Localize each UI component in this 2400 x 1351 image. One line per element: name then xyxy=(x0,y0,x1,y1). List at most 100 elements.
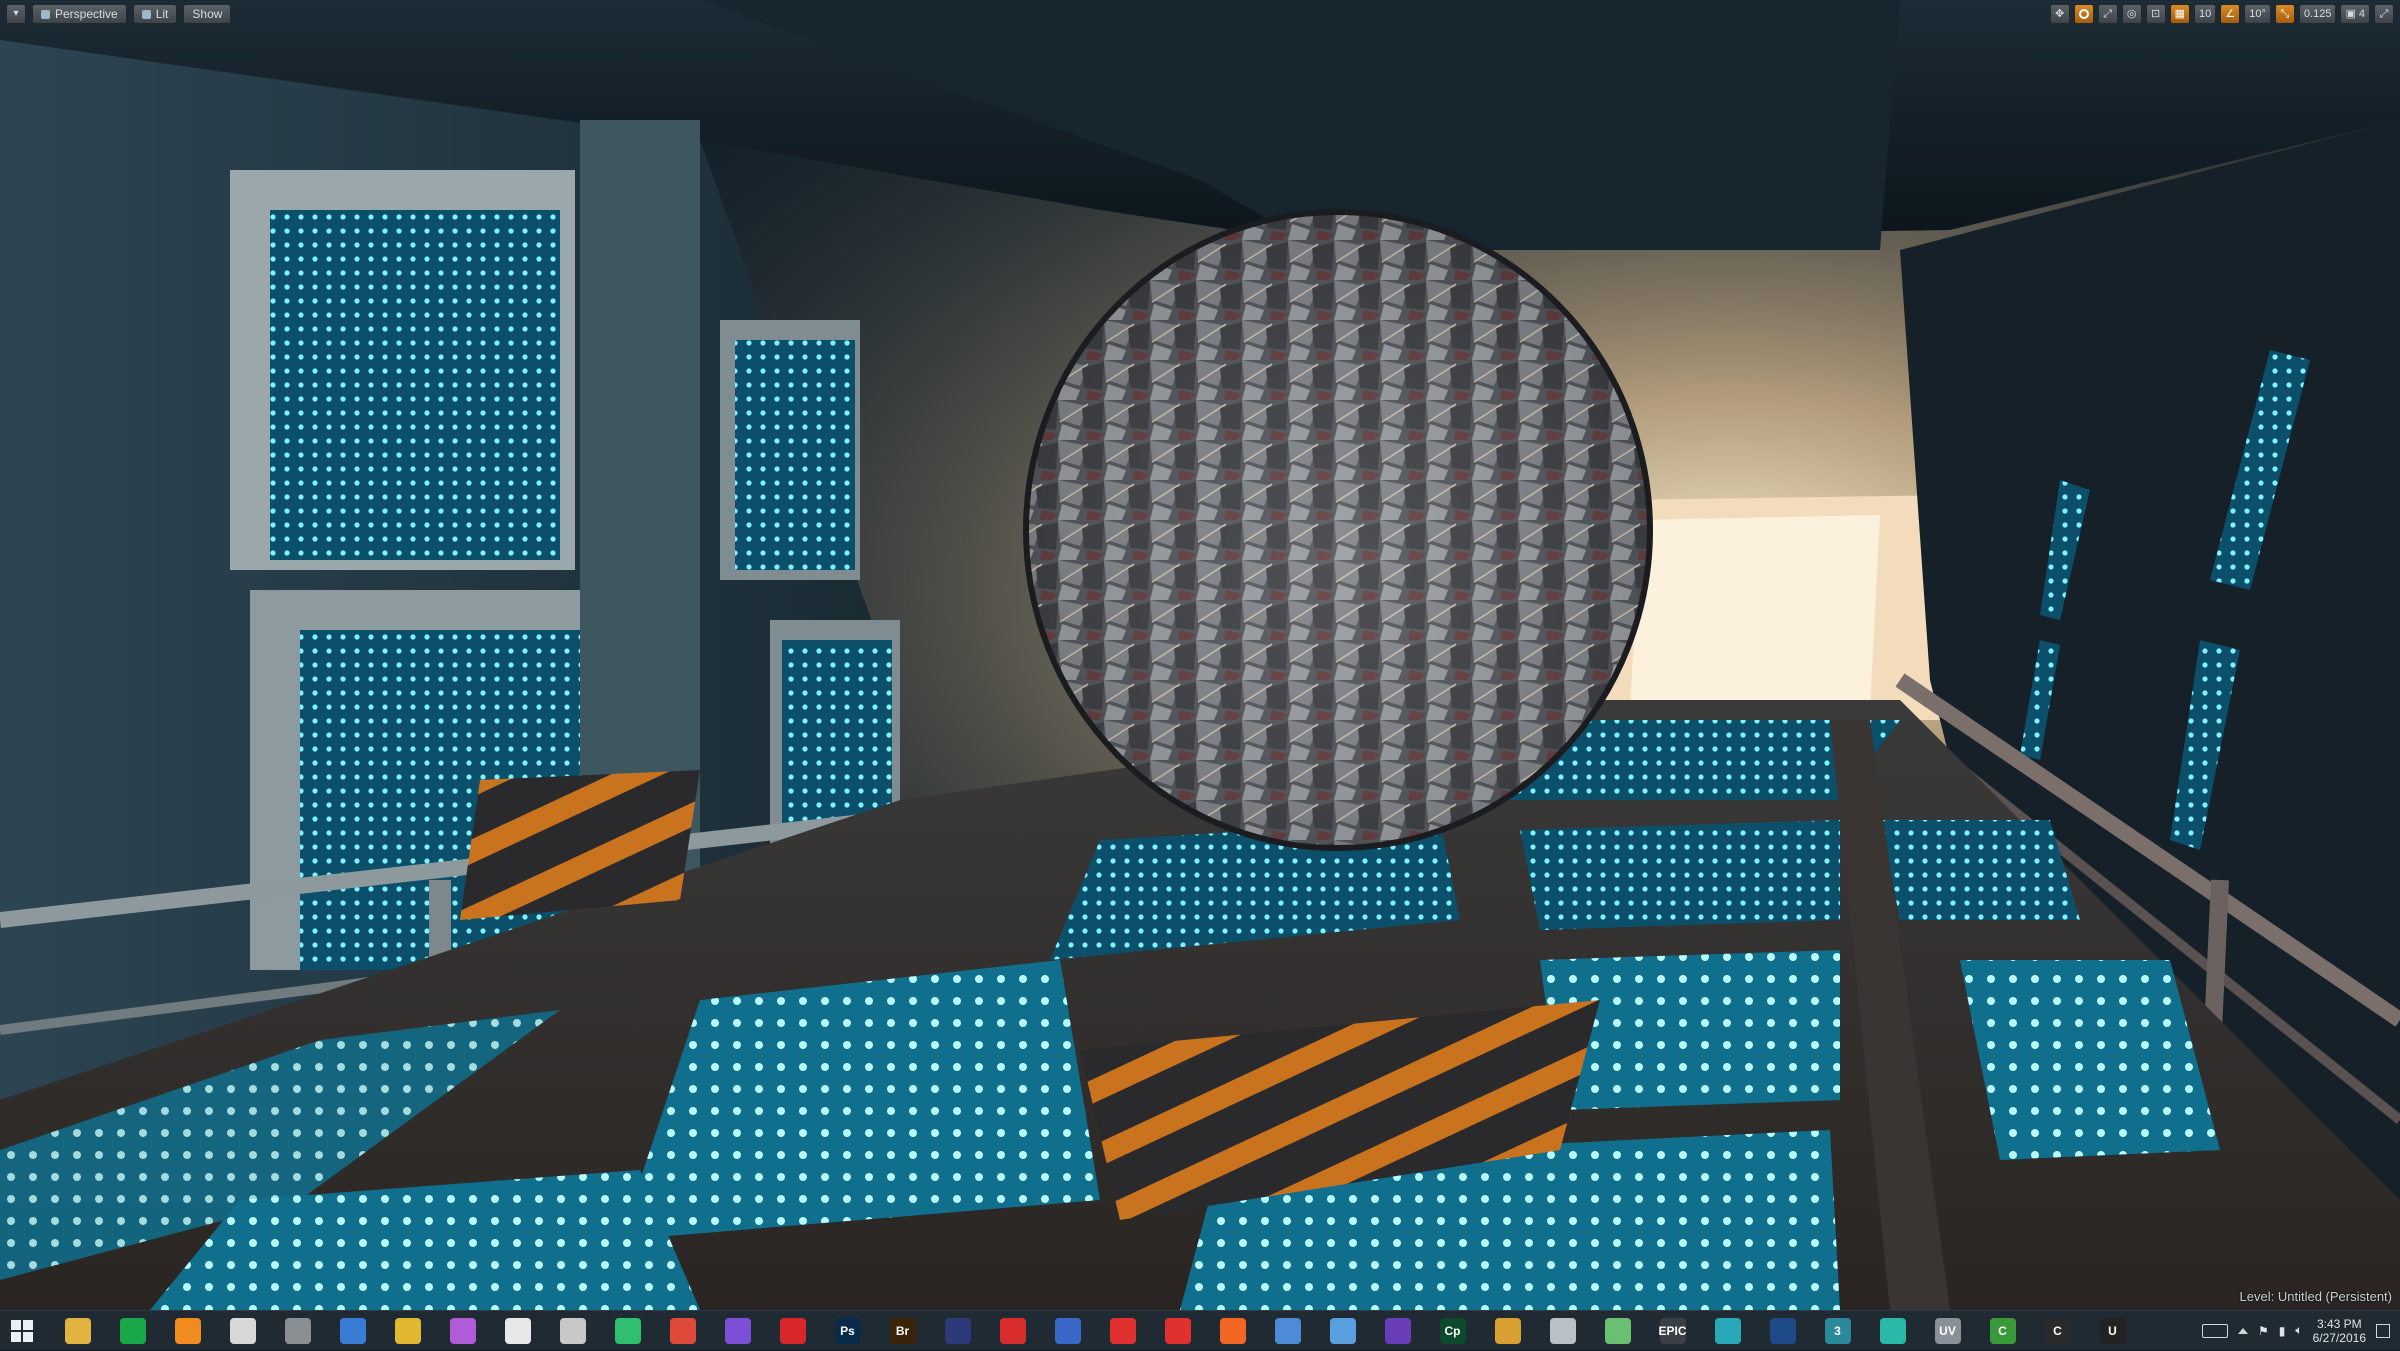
taskbar-app-button[interactable] xyxy=(1150,1311,1205,1351)
taskbar-app-button[interactable] xyxy=(985,1311,1040,1351)
notifications-icon[interactable] xyxy=(2376,1323,2390,1338)
taskbar-app-button[interactable] xyxy=(1480,1311,1535,1351)
editor-viewport[interactable]: ▾ Perspective Lit Show ✥ ⤢ ◎ ⊡ ▦ 10 ∠ 10… xyxy=(0,0,2400,1310)
sphere-icon xyxy=(141,9,151,19)
taskbar-app-button[interactable] xyxy=(600,1311,655,1351)
taskbar-apps: Ps Br Cp EPIC 3 UV C C U xyxy=(50,1311,2140,1351)
taskbar-app-button[interactable]: UV xyxy=(1920,1311,1975,1351)
taskbar-app-button[interactable] xyxy=(545,1311,600,1351)
app-icon xyxy=(1274,1317,1301,1344)
taskbar-app-button[interactable]: U xyxy=(2085,1311,2140,1351)
volume-icon[interactable]: 🔈︎ xyxy=(2295,1323,2302,1338)
taskbar-app-button[interactable] xyxy=(655,1311,710,1351)
angle-icon: ∠ xyxy=(2225,8,2236,20)
lit-label: Lit xyxy=(155,7,169,21)
perspective-label: Perspective xyxy=(55,7,118,21)
taskbar-app-button[interactable] xyxy=(1865,1311,1920,1351)
app-icon: C xyxy=(1989,1317,2016,1344)
taskbar-app-button[interactable]: C xyxy=(1975,1311,2030,1351)
taskbar-app-button[interactable]: Ps xyxy=(820,1311,875,1351)
surface-snap-icon: ⊡ xyxy=(2151,8,2161,20)
move-icon: ✥ xyxy=(2055,8,2065,20)
show-label: Show xyxy=(192,7,223,21)
chevron-down-icon: ▾ xyxy=(13,8,19,19)
keyboard-icon[interactable] xyxy=(2202,1323,2229,1338)
app-icon xyxy=(339,1317,366,1344)
taskbar-app-button[interactable]: 3 xyxy=(1810,1311,1865,1351)
taskbar-app-button[interactable] xyxy=(1700,1311,1755,1351)
start-button[interactable] xyxy=(0,1311,44,1351)
taskbar-app-button[interactable]: EPIC xyxy=(1645,1311,1700,1351)
scale-mode-button[interactable]: ⤢ xyxy=(2097,4,2118,24)
lit-button[interactable]: Lit xyxy=(132,4,178,24)
camera-speed-value: 4 xyxy=(2358,8,2365,20)
network-icon[interactable]: ▮ xyxy=(2279,1324,2286,1338)
app-icon: C xyxy=(2044,1317,2071,1344)
taskbar-app-button[interactable] xyxy=(105,1311,160,1351)
taskbar-app-button[interactable] xyxy=(215,1311,270,1351)
taskbar-app-button[interactable] xyxy=(270,1311,325,1351)
taskbar-app-button[interactable]: Br xyxy=(875,1311,930,1351)
grid-snap-value[interactable]: 10 xyxy=(2194,4,2217,24)
viewport-options-button[interactable]: ▾ xyxy=(6,4,26,24)
taskbar-app-button[interactable] xyxy=(1315,1311,1370,1351)
app-icon xyxy=(724,1317,751,1344)
coordinate-space-button[interactable]: ◎ xyxy=(2121,4,2142,24)
grid-snap-toggle[interactable]: ▦ xyxy=(2169,4,2191,24)
taskbar-app-button[interactable] xyxy=(1095,1311,1150,1351)
scale-snap-icon: ⤡ xyxy=(2280,8,2290,20)
clock[interactable]: 3:43 PM 6/27/2016 xyxy=(2313,1317,2366,1345)
clock-time: 3:43 PM xyxy=(2316,1316,2362,1331)
taskbar-app-button[interactable] xyxy=(930,1311,985,1351)
app-icon xyxy=(1164,1317,1191,1344)
taskbar-app-button[interactable]: C xyxy=(2030,1311,2085,1351)
taskbar-app-button[interactable] xyxy=(490,1311,545,1351)
surface-snapping-button[interactable]: ⊡ xyxy=(2145,4,2166,24)
app-icon xyxy=(1604,1317,1631,1344)
taskbar-app-button[interactable] xyxy=(1590,1311,1645,1351)
show-button[interactable]: Show xyxy=(183,4,232,24)
taskbar-app-button[interactable] xyxy=(50,1311,105,1351)
blender-icon xyxy=(174,1317,201,1344)
scale-snap-value[interactable]: 0.125 xyxy=(2298,4,2337,24)
show-hidden-icons-icon[interactable] xyxy=(2238,1327,2249,1334)
captivate-icon: Cp xyxy=(1439,1317,1466,1344)
app-icon xyxy=(1329,1317,1356,1344)
camera-icon xyxy=(41,9,50,19)
app-icon xyxy=(1714,1317,1741,1344)
taskbar-app-button[interactable] xyxy=(160,1311,215,1351)
uv-icon: UV xyxy=(1934,1317,1961,1344)
app-icon xyxy=(999,1317,1026,1344)
taskbar-app-button[interactable] xyxy=(1040,1311,1095,1351)
firefox-icon xyxy=(1219,1317,1246,1344)
app-icon xyxy=(1494,1317,1521,1344)
taskbar-app-button[interactable] xyxy=(765,1311,820,1351)
app-icon xyxy=(1384,1317,1411,1344)
perspective-button[interactable]: Perspective xyxy=(32,4,127,24)
app-icon xyxy=(1769,1317,1796,1344)
taskbar-app-button[interactable] xyxy=(325,1311,380,1351)
taskbar-app-button[interactable] xyxy=(710,1311,765,1351)
taskbar-app-button[interactable] xyxy=(1205,1311,1260,1351)
rotate-mode-button[interactable] xyxy=(2073,4,2094,24)
maximize-viewport-button[interactable]: ⤢ xyxy=(2374,4,2394,24)
system-tray: ⚑ ▮ 🔈︎ 3:43 PM 6/27/2016 xyxy=(2202,1317,2400,1345)
flag-icon[interactable]: ⚑ xyxy=(2258,1324,2269,1338)
scale-snap-toggle[interactable]: ⤡ xyxy=(2274,4,2295,24)
camera-speed-button[interactable]: ▣ 4 xyxy=(2340,4,2370,24)
viewport-toolbar-left: ▾ Perspective Lit Show xyxy=(6,4,232,24)
taskbar-app-button[interactable] xyxy=(380,1311,435,1351)
epic-launcher-icon: EPIC xyxy=(1659,1317,1687,1344)
taskbar-app-button[interactable] xyxy=(1535,1311,1590,1351)
rotation-snap-toggle[interactable]: ∠ xyxy=(2220,4,2241,24)
creative-cloud-icon xyxy=(779,1317,806,1344)
scale-icon: ⤢ xyxy=(2103,8,2113,20)
translate-mode-button[interactable]: ✥ xyxy=(2049,4,2070,24)
taskbar-app-button[interactable]: Cp xyxy=(1425,1311,1480,1351)
taskbar-app-button[interactable] xyxy=(435,1311,490,1351)
rotation-snap-value[interactable]: 10° xyxy=(2244,4,2271,24)
taskbar-app-button[interactable] xyxy=(1260,1311,1315,1351)
app-icon xyxy=(1879,1317,1906,1344)
taskbar-app-button[interactable] xyxy=(1370,1311,1425,1351)
taskbar-app-button[interactable] xyxy=(1755,1311,1810,1351)
